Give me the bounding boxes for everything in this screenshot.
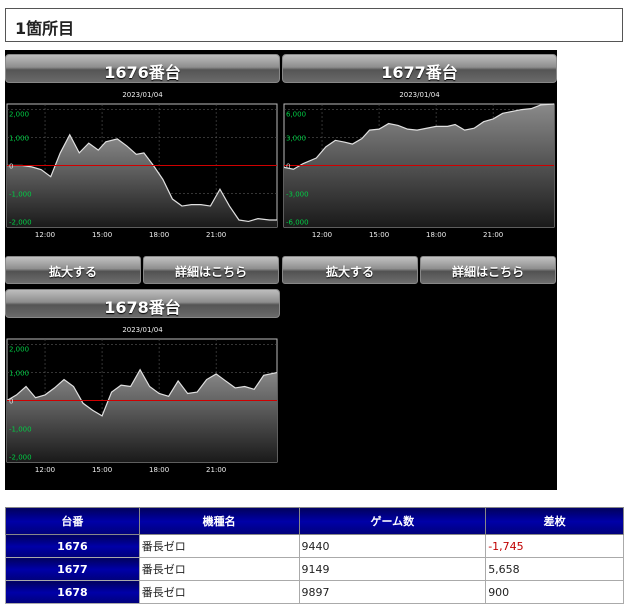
machine-panel: 1676番台 2023/01/04 2,000 1,000 0 -1,000 -2,00… bbox=[5, 50, 557, 490]
header-model: 機種名 bbox=[138, 507, 300, 535]
x-tick-label: 21:00 bbox=[206, 231, 226, 239]
y-tick-label: 2,000 bbox=[9, 111, 29, 119]
x-tick-label: 21:00 bbox=[483, 231, 503, 239]
chart-date: 2023/01/04 bbox=[399, 91, 440, 99]
y-tick-label: -3,000 bbox=[286, 190, 309, 198]
x-tick-label: 15:00 bbox=[369, 231, 389, 239]
y-tick-label: -1,000 bbox=[9, 425, 32, 433]
cell-diff: 5,658 bbox=[485, 557, 624, 581]
header-number: 台番 bbox=[5, 507, 140, 535]
machine-title-bar: 1677番台 bbox=[282, 54, 557, 83]
chart-date: 2023/01/04 bbox=[122, 326, 163, 334]
cell-number: 1678 bbox=[5, 580, 140, 604]
x-tick-label: 12:00 bbox=[35, 231, 55, 239]
cell-diff: -1,745 bbox=[485, 534, 624, 558]
table-row: 1677 番長ゼロ 9149 5,658 bbox=[5, 557, 624, 581]
x-tick-label: 18:00 bbox=[149, 466, 169, 474]
x-tick-label: 18:00 bbox=[149, 231, 169, 239]
y-tick-label: -2,000 bbox=[9, 218, 32, 226]
cell-model: 番長ゼロ bbox=[138, 534, 300, 558]
cell-number: 1676 bbox=[5, 534, 140, 558]
x-tick-label: 18:00 bbox=[426, 231, 446, 239]
y-tick-label: 0 bbox=[9, 163, 13, 171]
cell-games: 9149 bbox=[298, 557, 487, 581]
x-tick-label: 15:00 bbox=[92, 231, 112, 239]
section-heading: 1箇所目 bbox=[5, 8, 623, 42]
table-header-row: 台番 機種名 ゲーム数 差枚 bbox=[5, 507, 624, 535]
y-tick-label: -1,000 bbox=[9, 190, 32, 198]
zoom-button-1677[interactable]: 拡大する bbox=[282, 256, 418, 284]
y-tick-label: 0 bbox=[9, 398, 13, 406]
x-tick-label: 12:00 bbox=[35, 466, 55, 474]
y-tick-label: 1,000 bbox=[9, 370, 29, 378]
y-tick-label: 1,000 bbox=[9, 135, 29, 143]
detail-button-1677[interactable]: 詳細はこちら bbox=[420, 256, 556, 284]
chart-date: 2023/01/04 bbox=[122, 91, 163, 99]
y-tick-label: -2,000 bbox=[9, 453, 32, 461]
y-tick-label: 6,000 bbox=[286, 111, 306, 119]
detail-button-1676[interactable]: 詳細はこちら bbox=[143, 256, 279, 284]
chart-1678: 2,000 1,000 0 -1,000 -2,00012:00 15:00 18:00 21… bbox=[6, 338, 278, 474]
cell-games: 9897 bbox=[298, 580, 487, 604]
machine-title-bar: 1678番台 bbox=[5, 289, 280, 318]
cell-number: 1677 bbox=[5, 557, 140, 581]
y-tick-label: 2,000 bbox=[9, 346, 29, 354]
table-row: 1676 番長ゼロ 9440 -1,745 bbox=[5, 534, 624, 558]
table-row: 1678 番長ゼロ 9897 900 bbox=[5, 580, 624, 604]
y-tick-label: 3,000 bbox=[286, 135, 306, 143]
cell-games: 9440 bbox=[298, 534, 487, 558]
result-table: 台番 機種名 ゲーム数 差枚 1676 番長ゼロ 9440 -1,745 167… bbox=[5, 507, 624, 604]
cell-diff: 900 bbox=[485, 580, 624, 604]
chart-1676: 2,000 1,000 0 -1,000 -2,00012:00 15:00 18:00 21… bbox=[6, 103, 278, 239]
header-diff: 差枚 bbox=[485, 507, 624, 535]
machine-title-bar: 1676番台 bbox=[5, 54, 280, 83]
y-tick-label: 0 bbox=[286, 163, 290, 171]
x-tick-label: 12:00 bbox=[312, 231, 332, 239]
y-tick-label: -6,000 bbox=[286, 218, 309, 226]
cell-model: 番長ゼロ bbox=[138, 557, 300, 581]
chart-1677: 6,000 3,000 0 -3,000 -6,00012:00 15:00 18:00 21… bbox=[283, 103, 555, 239]
header-games: ゲーム数 bbox=[298, 507, 487, 535]
zoom-button-1676[interactable]: 拡大する bbox=[5, 256, 141, 284]
cell-model: 番長ゼロ bbox=[138, 580, 300, 604]
x-tick-label: 15:00 bbox=[92, 466, 112, 474]
x-tick-label: 21:00 bbox=[206, 466, 226, 474]
